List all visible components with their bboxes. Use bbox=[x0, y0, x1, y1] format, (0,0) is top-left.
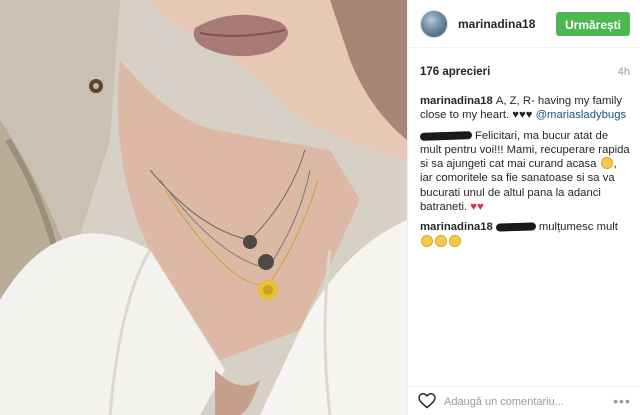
post-details-panel: marinadina18 Urmărești 176 aprecieri 4h … bbox=[407, 0, 640, 415]
post-time[interactable]: 4h bbox=[618, 66, 630, 78]
comment-input[interactable] bbox=[442, 392, 606, 412]
follow-button[interactable]: Urmărești bbox=[556, 12, 630, 36]
heart-like-icon[interactable] bbox=[418, 393, 436, 409]
emoji-icon bbox=[421, 234, 433, 247]
emoji-icon bbox=[600, 157, 613, 170]
more-options-icon[interactable]: ••• bbox=[612, 393, 632, 409]
emoji-icon bbox=[435, 234, 447, 247]
mention-link[interactable]: @mariasladybugs bbox=[536, 109, 627, 121]
likes-row: 176 aprecieri 4h bbox=[420, 66, 630, 82]
comment-username[interactable]: marinadina18 bbox=[420, 95, 493, 107]
comment-text: mulțumesc mult bbox=[538, 221, 618, 234]
heart-icons: ♥♥ bbox=[470, 201, 484, 214]
post-photo[interactable] bbox=[0, 0, 407, 415]
redacted-mention bbox=[495, 222, 536, 233]
comments-list: marinadina18 A, Z, R- having my family cl… bbox=[419, 94, 632, 255]
emoji-icon bbox=[449, 234, 461, 247]
redacted-username bbox=[419, 130, 473, 141]
avatar[interactable] bbox=[420, 10, 448, 38]
likes-count[interactable]: 176 aprecieri bbox=[420, 66, 490, 78]
comment-footer: ••• bbox=[408, 386, 640, 415]
username-link[interactable]: marinadina18 bbox=[458, 17, 535, 31]
comment-item: marinadina18 mulțumesc mult bbox=[420, 220, 632, 249]
comment-caption: marinadina18 A, Z, R- having my family cl… bbox=[420, 94, 632, 123]
comment-username[interactable]: marinadina18 bbox=[420, 221, 493, 233]
post-header: marinadina18 Urmărești bbox=[408, 0, 640, 48]
comment-item: Felicitari, ma bucur atat de mult pentru… bbox=[419, 129, 632, 215]
photo-illustration bbox=[0, 0, 407, 415]
